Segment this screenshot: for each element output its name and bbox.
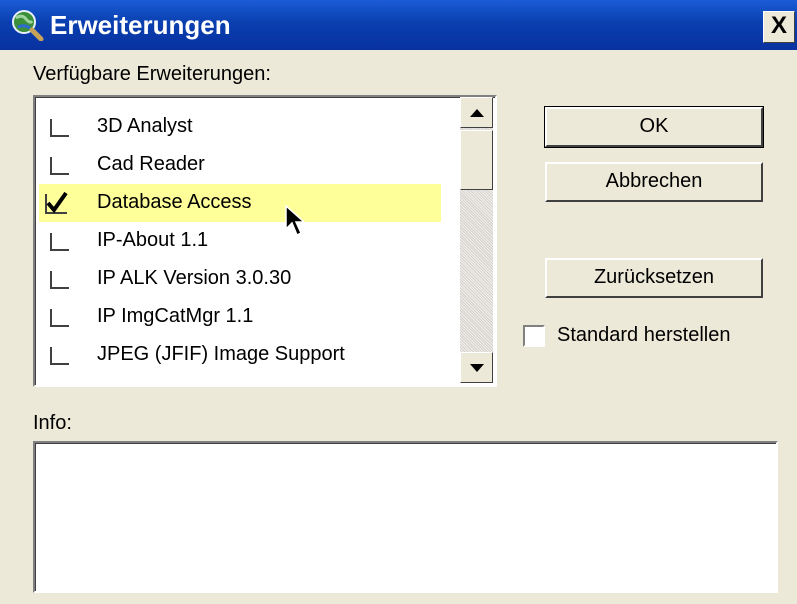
globe-magnifier-icon bbox=[12, 10, 44, 41]
scroll-thumb[interactable] bbox=[460, 130, 493, 190]
extensions-dialog: Erweiterungen X Verfügbare Erweiterungen… bbox=[0, 0, 797, 604]
extension-label: Database Access bbox=[97, 191, 252, 213]
scroll-down-button[interactable] bbox=[460, 352, 493, 383]
close-button[interactable]: X bbox=[763, 11, 795, 43]
available-extensions-label: Verfügbare Erweiterungen: bbox=[33, 63, 271, 85]
list-item-ip-alk[interactable]: IP ALK Version 3.0.30 bbox=[37, 260, 457, 298]
checkbox-icon[interactable] bbox=[50, 307, 70, 327]
list-item-jpeg-support[interactable]: JPEG (JFIF) Image Support bbox=[37, 336, 457, 374]
title-bar[interactable]: Erweiterungen X bbox=[0, 0, 797, 50]
extension-label: IP ALK Version 3.0.30 bbox=[97, 267, 292, 289]
extension-label: 3D Analyst bbox=[97, 115, 193, 137]
list-item-ip-about[interactable]: IP-About 1.1 bbox=[37, 222, 457, 260]
extension-label: JPEG (JFIF) Image Support bbox=[97, 343, 345, 365]
cancel-button[interactable]: Abbrechen bbox=[545, 162, 763, 202]
checkbox-icon[interactable] bbox=[50, 269, 70, 289]
info-box bbox=[33, 441, 778, 593]
list-item-database-access[interactable]: Database Access bbox=[39, 184, 441, 222]
restore-default-label: Standard herstellen bbox=[557, 324, 731, 346]
dialog-title: Erweiterungen bbox=[50, 10, 231, 40]
list-item-cad-reader[interactable]: Cad Reader bbox=[37, 146, 457, 184]
checkbox-icon[interactable] bbox=[50, 117, 70, 137]
arrow-down-icon bbox=[470, 364, 484, 372]
checkbox-icon[interactable] bbox=[50, 345, 70, 365]
extensions-list[interactable]: 3D Analyst Cad Reader Database Access IP… bbox=[33, 95, 497, 387]
ok-button[interactable]: OK bbox=[544, 106, 764, 148]
extension-label: Cad Reader bbox=[97, 153, 205, 175]
arrow-up-icon bbox=[470, 109, 484, 117]
close-icon: X bbox=[770, 12, 787, 39]
list-item-ip-imgcatmgr[interactable]: IP ImgCatMgr 1.1 bbox=[37, 298, 457, 336]
extension-label: IP ImgCatMgr 1.1 bbox=[97, 305, 254, 327]
reset-button[interactable]: Zurücksetzen bbox=[545, 258, 763, 298]
list-scrollbar[interactable] bbox=[460, 97, 493, 383]
checkbox-icon[interactable] bbox=[50, 231, 70, 251]
mouse-cursor-icon bbox=[285, 205, 306, 237]
list-item-3d-analyst[interactable]: 3D Analyst bbox=[37, 108, 457, 146]
checkbox-icon[interactable] bbox=[50, 155, 70, 175]
checkmark-icon[interactable] bbox=[45, 191, 69, 215]
scroll-up-button[interactable] bbox=[460, 97, 493, 128]
info-label: Info: bbox=[33, 412, 72, 434]
extension-label: IP-About 1.1 bbox=[97, 229, 209, 251]
restore-default-checkbox[interactable] bbox=[523, 325, 545, 347]
